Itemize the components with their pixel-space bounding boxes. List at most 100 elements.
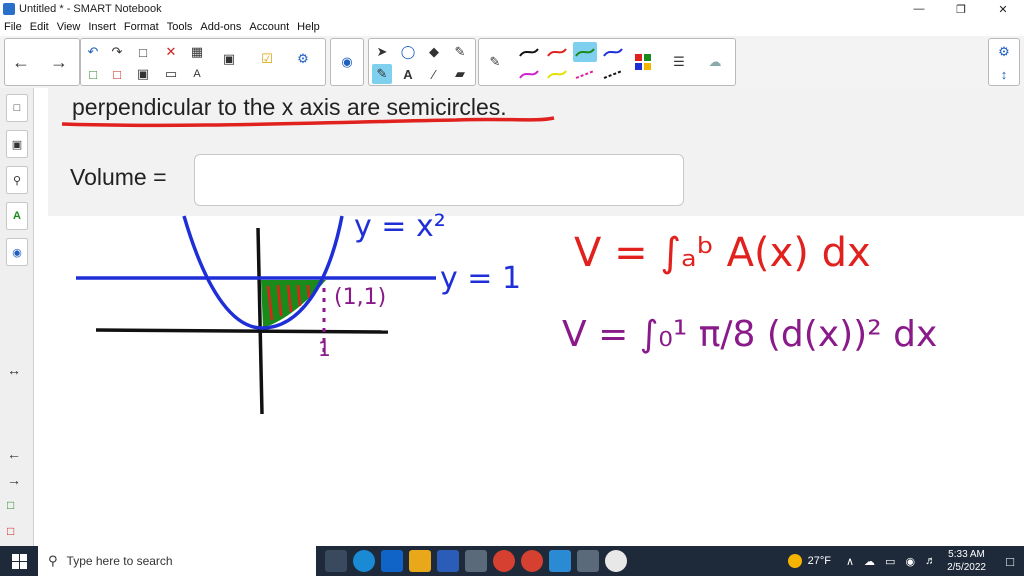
- file-explorer-icon[interactable]: [409, 550, 431, 572]
- add-ons-icon[interactable]: ◉: [6, 238, 28, 266]
- microsoft-store-icon[interactable]: [465, 550, 487, 572]
- back-arrow-icon[interactable]: ←: [11, 52, 31, 72]
- gallery-icon[interactable]: ▣: [6, 130, 28, 158]
- pen-tool-icon[interactable]: ✎: [372, 64, 392, 84]
- curve-label: y = x²: [354, 209, 446, 244]
- battery-icon[interactable]: ▭: [885, 555, 895, 568]
- pen-dashed-pink-icon[interactable]: [573, 64, 597, 84]
- volume-icon[interactable]: ♬: [925, 555, 936, 567]
- eraser-icon[interactable]: ▰: [450, 64, 470, 84]
- pen-blue-icon[interactable]: [601, 42, 625, 62]
- pen-type-icon[interactable]: ✎: [485, 52, 505, 72]
- menu-tools[interactable]: Tools: [163, 21, 197, 33]
- insert-page-icon[interactable]: □: [83, 64, 103, 84]
- smart-notebook-taskbar-icon[interactable]: [549, 550, 571, 572]
- outlook-icon[interactable]: [381, 550, 403, 572]
- presentation-icon[interactable]: [577, 550, 599, 572]
- redo-icon[interactable]: ↷: [107, 42, 127, 62]
- gallery-icon[interactable]: ☁: [705, 52, 725, 72]
- previous-page-icon[interactable]: ←: [7, 446, 21, 462]
- menu-format[interactable]: Format: [120, 21, 163, 33]
- settings-icon[interactable]: ⚙: [994, 42, 1014, 62]
- undo-icon[interactable]: ↶: [83, 42, 103, 62]
- delete-page-icon[interactable]: □: [107, 64, 127, 84]
- handwriting-layer: y = x² y = 1 (1,1) 1 V = ∫ₐᵇ A(x) dx V =…: [61, 116, 937, 415]
- pen-black-icon[interactable]: [517, 42, 541, 62]
- menu-bar: File Edit View Insert Format Tools Add-o…: [0, 18, 1024, 35]
- weather-widget[interactable]: 27°F: [787, 554, 831, 568]
- chevron-up-icon[interactable]: ∧: [846, 555, 854, 568]
- move-toolbar-icon[interactable]: ↕: [994, 64, 1014, 84]
- search-placeholder: Type here to search: [66, 554, 173, 568]
- page-sorter-icon[interactable]: □: [6, 94, 28, 122]
- full-screen-icon[interactable]: ▭: [161, 64, 181, 84]
- pen-properties-group: ✎ ☰ ☁: [478, 38, 736, 86]
- pen-green-icon[interactable]: [573, 42, 597, 62]
- minimize-button[interactable]: —: [898, 0, 940, 18]
- pen-red-icon[interactable]: [545, 42, 569, 62]
- delete-page-icon[interactable]: □: [7, 524, 14, 538]
- properties-icon[interactable]: A: [6, 202, 28, 230]
- maximize-button[interactable]: ❐: [940, 0, 982, 18]
- word-icon[interactable]: [437, 550, 459, 572]
- chrome-icon[interactable]: [493, 550, 515, 572]
- network-icon[interactable]: ◉: [905, 555, 915, 568]
- pen-yellow-icon[interactable]: [545, 64, 569, 84]
- line-icon[interactable]: ∕: [424, 64, 444, 84]
- taskbar-search-box[interactable]: ⚲ Type here to search: [38, 546, 316, 576]
- color-swatches-icon[interactable]: [633, 52, 653, 72]
- screen-shade-icon[interactable]: ▣: [219, 49, 239, 69]
- fill-icon[interactable]: ◆: [424, 42, 444, 62]
- paste-icon[interactable]: □: [133, 42, 153, 62]
- addons-group: ◉: [330, 38, 364, 86]
- menu-add-ons[interactable]: Add-ons: [196, 21, 245, 33]
- navigation-group: ← →: [4, 38, 80, 86]
- menu-insert[interactable]: Insert: [84, 21, 120, 33]
- next-page-icon[interactable]: →: [7, 472, 21, 488]
- resize-sidebar-icon[interactable]: ↔: [7, 362, 21, 378]
- attachments-icon[interactable]: ⚲: [6, 166, 28, 194]
- system-tray: 27°F ∧ ☁ ▭ ◉ ♬ 5:33 AM 2/5/2022 □: [787, 546, 1024, 576]
- notifications-icon[interactable]: □: [996, 546, 1024, 576]
- formula-semicircle-volume: V = ∫₀¹ π/8 (d(x))² dx: [562, 314, 937, 355]
- text-tool-small-icon[interactable]: A: [187, 64, 207, 84]
- table-icon[interactable]: ▦: [187, 42, 207, 62]
- forward-arrow-icon[interactable]: →: [49, 52, 69, 72]
- y-axis: [256, 227, 264, 415]
- pen-app-icon[interactable]: [605, 550, 627, 572]
- chrome-profile-icon[interactable]: [521, 550, 543, 572]
- clock[interactable]: 5:33 AM 2/5/2022: [947, 548, 986, 574]
- edge-icon[interactable]: [353, 550, 375, 572]
- close-button[interactable]: ✕: [982, 0, 1024, 18]
- x-axis: [95, 328, 389, 334]
- text-icon[interactable]: A: [398, 64, 418, 84]
- pinned-apps: [322, 546, 630, 576]
- tick-label: 1: [318, 337, 331, 361]
- windows-logo-icon: [11, 553, 27, 569]
- shapes-icon[interactable]: ◯: [398, 42, 418, 62]
- task-view-icon[interactable]: [325, 550, 347, 572]
- line-style-icon[interactable]: ☰: [669, 52, 689, 72]
- select-icon[interactable]: ➤: [372, 42, 392, 62]
- add-page-icon[interactable]: □: [7, 498, 14, 512]
- save-icon[interactable]: ▣: [133, 64, 153, 84]
- menu-edit[interactable]: Edit: [26, 21, 53, 33]
- menu-view[interactable]: View: [53, 21, 85, 33]
- menu-help[interactable]: Help: [293, 21, 324, 33]
- title-bar: Untitled * - SMART Notebook — ❐ ✕: [0, 0, 1024, 18]
- menu-account[interactable]: Account: [245, 21, 293, 33]
- delete-icon[interactable]: ✕: [161, 42, 181, 62]
- smart-notebook-icon: [3, 3, 15, 15]
- menu-file[interactable]: File: [0, 21, 26, 33]
- addon-icon[interactable]: ◉: [337, 52, 357, 72]
- search-icon: ⚲: [48, 553, 58, 568]
- notebook-canvas[interactable]: perpendicular to the x axis are semicirc…: [36, 88, 1024, 546]
- magic-pen-icon[interactable]: ☑: [257, 49, 277, 69]
- onedrive-icon[interactable]: ☁: [864, 555, 875, 568]
- pen-fill-icon[interactable]: ✎: [450, 42, 470, 62]
- pen-dashed-black-icon[interactable]: [601, 64, 625, 84]
- point-label: (1,1): [334, 285, 386, 310]
- document-camera-icon[interactable]: ⚙: [293, 49, 313, 69]
- pen-magenta-icon[interactable]: [517, 64, 541, 84]
- start-button[interactable]: [0, 546, 38, 576]
